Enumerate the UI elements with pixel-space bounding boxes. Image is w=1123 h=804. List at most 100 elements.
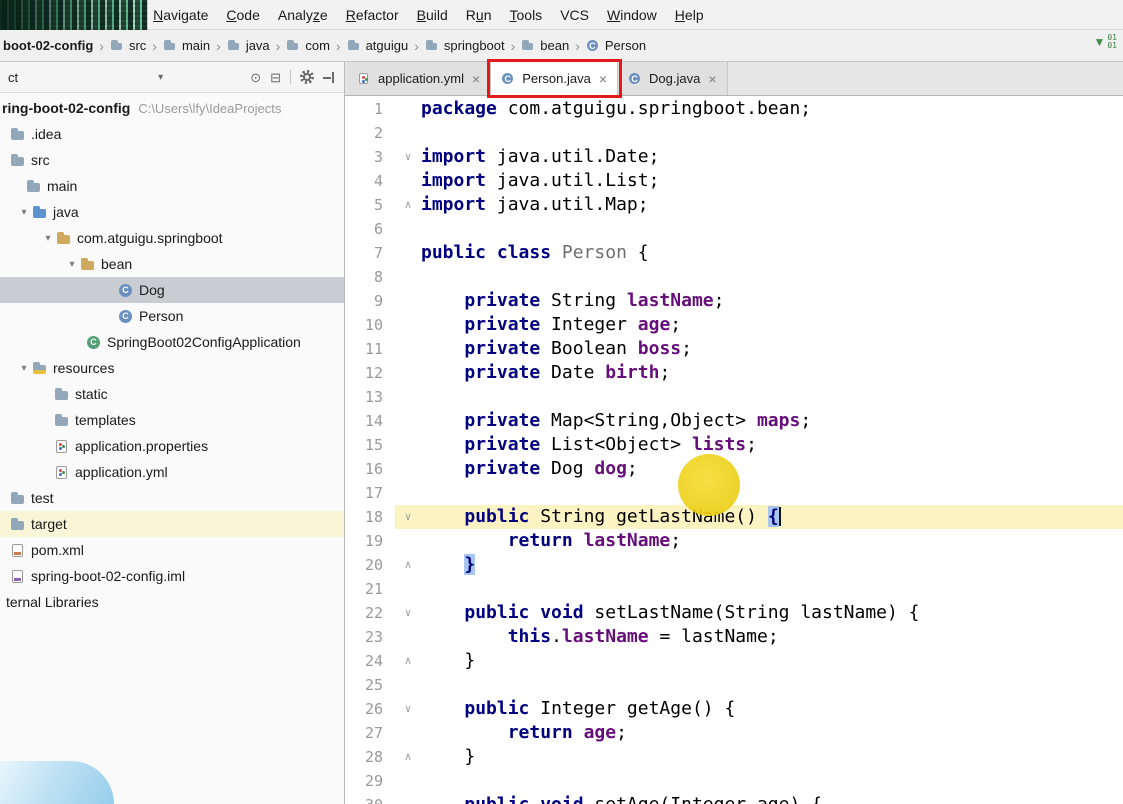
menu-item-help[interactable]: Help bbox=[666, 3, 713, 27]
code-line-4[interactable]: 4 import java.util.List; bbox=[345, 169, 1123, 193]
close-icon[interactable]: × bbox=[599, 71, 607, 87]
code-line-14[interactable]: 14 private Map<String,Object> maps; bbox=[345, 409, 1123, 433]
fold-end-icon[interactable]: ∧ bbox=[395, 553, 421, 577]
code-line-28[interactable]: 28 ∧ } bbox=[345, 745, 1123, 769]
chevron-down-icon[interactable]: ▾ bbox=[64, 259, 80, 270]
collapse-icon[interactable]: ⊟ bbox=[270, 71, 281, 84]
tree-item-resources[interactable]: ▾ resources bbox=[0, 355, 344, 381]
locate-icon[interactable]: ⊙ bbox=[250, 71, 261, 84]
code-line-16[interactable]: 16 private Dog dog; bbox=[345, 457, 1123, 481]
code-line-10[interactable]: 10 private Integer age; bbox=[345, 313, 1123, 337]
code-line-15[interactable]: 15 private List<Object> lists; bbox=[345, 433, 1123, 457]
code-line-22[interactable]: 22 ∨ public void setLastName(String lastN… bbox=[345, 601, 1123, 625]
tree-item-static[interactable]: static bbox=[0, 381, 344, 407]
code-line-24[interactable]: 24 ∧ } bbox=[345, 649, 1123, 673]
tree-item-application-yml[interactable]: application.yml bbox=[0, 459, 344, 485]
code-line-1[interactable]: 1 package com.atguigu.springboot.bean; bbox=[345, 97, 1123, 121]
tree-item-templates[interactable]: templates bbox=[0, 407, 344, 433]
code-editor[interactable]: 1 package com.atguigu.springboot.bean; 2 3 ∨… bbox=[345, 96, 1123, 804]
tab-person-java[interactable]: Person.java × bbox=[491, 62, 619, 95]
fold-end-icon[interactable]: ∧ bbox=[395, 745, 421, 769]
gutter-space bbox=[395, 481, 421, 505]
tree-item-spring-boot-02-config-iml[interactable]: spring-boot-02-config.iml bbox=[0, 563, 344, 589]
fold-end-icon[interactable]: ∧ bbox=[395, 649, 421, 673]
tree-item-target[interactable]: target bbox=[0, 511, 344, 537]
menu-item-navigate[interactable]: Navigate bbox=[144, 3, 217, 27]
tree-item-idea[interactable]: .idea bbox=[0, 121, 344, 147]
chevron-down-icon[interactable]: ▾ bbox=[16, 363, 32, 374]
menu-item-run[interactable]: Run bbox=[457, 3, 501, 27]
menu-item-code[interactable]: Code bbox=[217, 3, 268, 27]
code-line-6[interactable]: 6 bbox=[345, 217, 1123, 241]
breadcrumb-item-springboot[interactable]: springboot bbox=[424, 36, 506, 55]
code-line-26[interactable]: 26 ∨ public Integer getAge() { bbox=[345, 697, 1123, 721]
menu-item-view[interactable]: View bbox=[96, 3, 144, 27]
code-line-17[interactable]: 17 bbox=[345, 481, 1123, 505]
breadcrumb-item-src[interactable]: src bbox=[109, 36, 147, 55]
tree-item-java[interactable]: ▾ java bbox=[0, 199, 344, 225]
fold-start-icon[interactable]: ∨ bbox=[395, 601, 421, 625]
code-line-7[interactable]: 7 public class Person { bbox=[345, 241, 1123, 265]
tree-item-ring-boot-02-config[interactable]: ring-boot-02-config C:\Users\lfy\IdeaProj… bbox=[0, 95, 344, 121]
tree-item-label: test bbox=[31, 490, 54, 506]
tree-item-label: application.yml bbox=[75, 464, 168, 480]
tree-item-springboot02configapplication[interactable]: SpringBoot02ConfigApplication bbox=[0, 329, 344, 355]
menu-item-analyze[interactable]: Analyze bbox=[269, 3, 337, 27]
breadcrumb-item-com[interactable]: com bbox=[285, 36, 331, 55]
fold-end-icon[interactable]: ∧ bbox=[395, 193, 421, 217]
breadcrumb-item-boot-02-config[interactable]: boot-02-config bbox=[2, 36, 94, 55]
hide-icon[interactable] bbox=[323, 71, 336, 84]
settings-icon[interactable] bbox=[300, 70, 314, 84]
chevron-down-icon[interactable]: ▾ bbox=[40, 233, 56, 244]
code-line-18[interactable]: 18 ∨ public String getLastName() { bbox=[345, 505, 1123, 529]
code-line-20[interactable]: 20 ∧ } bbox=[345, 553, 1123, 577]
tree-item-ternal-libraries[interactable]: ternal Libraries bbox=[0, 589, 344, 615]
tab-dog-java[interactable]: Dog.java × bbox=[618, 62, 728, 95]
code-line-3[interactable]: 3 ∨ import java.util.Date; bbox=[345, 145, 1123, 169]
breadcrumb-item-person[interactable]: Person bbox=[585, 36, 647, 55]
code-line-2[interactable]: 2 bbox=[345, 121, 1123, 145]
tree-item-main[interactable]: main bbox=[0, 173, 344, 199]
code-line-30[interactable]: 30 public void setAge(Integer age) { bbox=[345, 793, 1123, 804]
menu-item-tools[interactable]: Tools bbox=[501, 3, 552, 27]
tree-item-dog[interactable]: Dog bbox=[0, 277, 344, 303]
menu-item-vcs[interactable]: VCS bbox=[551, 3, 598, 27]
tree-item-src[interactable]: src bbox=[0, 147, 344, 173]
chevron-down-icon[interactable]: ▾ bbox=[158, 72, 163, 83]
breadcrumb-item-bean[interactable]: bean bbox=[520, 36, 570, 55]
code-line-9[interactable]: 9 private String lastName; bbox=[345, 289, 1123, 313]
breadcrumb-item-main[interactable]: main bbox=[162, 36, 211, 55]
breadcrumb-item-atguigu[interactable]: atguigu bbox=[346, 36, 410, 55]
tree-item-test[interactable]: test bbox=[0, 485, 344, 511]
fold-start-icon[interactable]: ∨ bbox=[395, 505, 421, 529]
code-line-25[interactable]: 25 bbox=[345, 673, 1123, 697]
code-line-21[interactable]: 21 bbox=[345, 577, 1123, 601]
tree-item-application-properties[interactable]: application.properties bbox=[0, 433, 344, 459]
menu-item-build[interactable]: Build bbox=[408, 3, 457, 27]
menu-item-refactor[interactable]: Refactor bbox=[337, 3, 408, 27]
chevron-down-icon[interactable]: ▾ bbox=[16, 207, 32, 218]
menu-item-window[interactable]: Window bbox=[598, 3, 666, 27]
code-line-19[interactable]: 19 return lastName; bbox=[345, 529, 1123, 553]
code-line-27[interactable]: 27 return age; bbox=[345, 721, 1123, 745]
code-line-13[interactable]: 13 bbox=[345, 385, 1123, 409]
code-line-8[interactable]: 8 bbox=[345, 265, 1123, 289]
code-line-29[interactable]: 29 bbox=[345, 769, 1123, 793]
fold-start-icon[interactable]: ∨ bbox=[395, 145, 421, 169]
folder-icon bbox=[10, 517, 25, 532]
fold-start-icon[interactable]: ∨ bbox=[395, 697, 421, 721]
code-line-12[interactable]: 12 private Date birth; bbox=[345, 361, 1123, 385]
close-icon[interactable]: × bbox=[472, 71, 480, 87]
breadcrumb-item-java[interactable]: java bbox=[226, 36, 271, 55]
close-icon[interactable]: × bbox=[708, 71, 716, 87]
code-line-5[interactable]: 5 ∧ import java.util.Map; bbox=[345, 193, 1123, 217]
tab-application-yml[interactable]: application.yml × bbox=[347, 62, 492, 95]
code-line-23[interactable]: 23 this.lastName = lastName; bbox=[345, 625, 1123, 649]
tree-item-bean[interactable]: ▾ bean bbox=[0, 251, 344, 277]
tree-item-com-atguigu-springboot[interactable]: ▾ com.atguigu.springboot bbox=[0, 225, 344, 251]
tree-item-pom-xml[interactable]: pom.xml bbox=[0, 537, 344, 563]
project-header-title[interactable]: ct bbox=[8, 70, 18, 85]
code-line-11[interactable]: 11 private Boolean boss; bbox=[345, 337, 1123, 361]
code-text: public void setAge(Integer age) { bbox=[421, 793, 1123, 804]
tree-item-person[interactable]: Person bbox=[0, 303, 344, 329]
